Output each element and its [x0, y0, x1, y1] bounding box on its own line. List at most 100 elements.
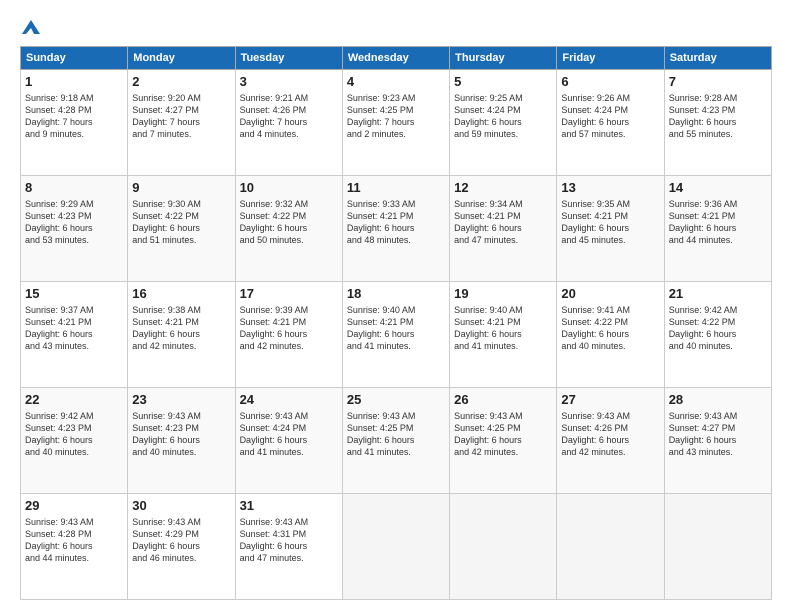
page: SundayMondayTuesdayWednesdayThursdayFrid… — [0, 0, 792, 612]
day-number: 13 — [561, 179, 659, 197]
calendar-day-cell: 26Sunrise: 9:43 AM Sunset: 4:25 PM Dayli… — [450, 388, 557, 494]
calendar-day-cell: 6Sunrise: 9:26 AM Sunset: 4:24 PM Daylig… — [557, 70, 664, 176]
calendar-day-cell: 17Sunrise: 9:39 AM Sunset: 4:21 PM Dayli… — [235, 282, 342, 388]
calendar-day-cell: 3Sunrise: 9:21 AM Sunset: 4:26 PM Daylig… — [235, 70, 342, 176]
day-number: 10 — [240, 179, 338, 197]
day-number: 12 — [454, 179, 552, 197]
day-number: 18 — [347, 285, 445, 303]
calendar-day-cell: 15Sunrise: 9:37 AM Sunset: 4:21 PM Dayli… — [21, 282, 128, 388]
day-number: 9 — [132, 179, 230, 197]
day-info: Sunrise: 9:32 AM Sunset: 4:22 PM Dayligh… — [240, 198, 338, 247]
day-info: Sunrise: 9:43 AM Sunset: 4:31 PM Dayligh… — [240, 516, 338, 565]
day-info: Sunrise: 9:26 AM Sunset: 4:24 PM Dayligh… — [561, 92, 659, 141]
calendar-week-row: 29Sunrise: 9:43 AM Sunset: 4:28 PM Dayli… — [21, 494, 772, 600]
day-info: Sunrise: 9:43 AM Sunset: 4:27 PM Dayligh… — [669, 410, 767, 459]
day-number: 23 — [132, 391, 230, 409]
day-number: 17 — [240, 285, 338, 303]
calendar-day-header: Wednesday — [342, 47, 449, 70]
day-number: 15 — [25, 285, 123, 303]
calendar-week-row: 8Sunrise: 9:29 AM Sunset: 4:23 PM Daylig… — [21, 176, 772, 282]
day-number: 7 — [669, 73, 767, 91]
day-info: Sunrise: 9:40 AM Sunset: 4:21 PM Dayligh… — [347, 304, 445, 353]
calendar-day-header: Tuesday — [235, 47, 342, 70]
day-info: Sunrise: 9:29 AM Sunset: 4:23 PM Dayligh… — [25, 198, 123, 247]
day-number: 1 — [25, 73, 123, 91]
calendar-day-cell: 30Sunrise: 9:43 AM Sunset: 4:29 PM Dayli… — [128, 494, 235, 600]
calendar-day-cell: 20Sunrise: 9:41 AM Sunset: 4:22 PM Dayli… — [557, 282, 664, 388]
calendar-day-cell: 27Sunrise: 9:43 AM Sunset: 4:26 PM Dayli… — [557, 388, 664, 494]
day-number: 5 — [454, 73, 552, 91]
day-number: 20 — [561, 285, 659, 303]
day-info: Sunrise: 9:39 AM Sunset: 4:21 PM Dayligh… — [240, 304, 338, 353]
header — [20, 18, 772, 36]
calendar-day-cell: 25Sunrise: 9:43 AM Sunset: 4:25 PM Dayli… — [342, 388, 449, 494]
day-info: Sunrise: 9:18 AM Sunset: 4:28 PM Dayligh… — [25, 92, 123, 141]
day-info: Sunrise: 9:42 AM Sunset: 4:22 PM Dayligh… — [669, 304, 767, 353]
logo-text — [20, 18, 42, 36]
calendar-day-cell: 4Sunrise: 9:23 AM Sunset: 4:25 PM Daylig… — [342, 70, 449, 176]
logo-icon — [20, 18, 42, 36]
calendar-day-cell: 12Sunrise: 9:34 AM Sunset: 4:21 PM Dayli… — [450, 176, 557, 282]
day-number: 19 — [454, 285, 552, 303]
calendar-day-cell: 24Sunrise: 9:43 AM Sunset: 4:24 PM Dayli… — [235, 388, 342, 494]
day-number: 14 — [669, 179, 767, 197]
calendar-day-header: Monday — [128, 47, 235, 70]
calendar-day-cell — [450, 494, 557, 600]
logo — [20, 18, 42, 36]
calendar-day-cell: 23Sunrise: 9:43 AM Sunset: 4:23 PM Dayli… — [128, 388, 235, 494]
calendar-day-cell — [664, 494, 771, 600]
calendar-day-header: Sunday — [21, 47, 128, 70]
day-number: 16 — [132, 285, 230, 303]
calendar-day-cell: 9Sunrise: 9:30 AM Sunset: 4:22 PM Daylig… — [128, 176, 235, 282]
day-info: Sunrise: 9:42 AM Sunset: 4:23 PM Dayligh… — [25, 410, 123, 459]
day-info: Sunrise: 9:40 AM Sunset: 4:21 PM Dayligh… — [454, 304, 552, 353]
day-info: Sunrise: 9:38 AM Sunset: 4:21 PM Dayligh… — [132, 304, 230, 353]
day-info: Sunrise: 9:37 AM Sunset: 4:21 PM Dayligh… — [25, 304, 123, 353]
calendar-day-cell: 22Sunrise: 9:42 AM Sunset: 4:23 PM Dayli… — [21, 388, 128, 494]
calendar-day-cell: 8Sunrise: 9:29 AM Sunset: 4:23 PM Daylig… — [21, 176, 128, 282]
day-info: Sunrise: 9:30 AM Sunset: 4:22 PM Dayligh… — [132, 198, 230, 247]
calendar-day-cell: 11Sunrise: 9:33 AM Sunset: 4:21 PM Dayli… — [342, 176, 449, 282]
calendar-day-cell: 28Sunrise: 9:43 AM Sunset: 4:27 PM Dayli… — [664, 388, 771, 494]
day-info: Sunrise: 9:20 AM Sunset: 4:27 PM Dayligh… — [132, 92, 230, 141]
calendar-day-cell: 29Sunrise: 9:43 AM Sunset: 4:28 PM Dayli… — [21, 494, 128, 600]
day-info: Sunrise: 9:43 AM Sunset: 4:29 PM Dayligh… — [132, 516, 230, 565]
calendar-week-row: 1Sunrise: 9:18 AM Sunset: 4:28 PM Daylig… — [21, 70, 772, 176]
calendar-day-cell: 19Sunrise: 9:40 AM Sunset: 4:21 PM Dayli… — [450, 282, 557, 388]
day-number: 29 — [25, 497, 123, 515]
calendar-day-cell — [557, 494, 664, 600]
day-number: 30 — [132, 497, 230, 515]
calendar-day-cell: 16Sunrise: 9:38 AM Sunset: 4:21 PM Dayli… — [128, 282, 235, 388]
day-number: 27 — [561, 391, 659, 409]
day-info: Sunrise: 9:43 AM Sunset: 4:26 PM Dayligh… — [561, 410, 659, 459]
day-number: 28 — [669, 391, 767, 409]
day-number: 4 — [347, 73, 445, 91]
day-number: 8 — [25, 179, 123, 197]
day-number: 6 — [561, 73, 659, 91]
calendar-day-cell: 21Sunrise: 9:42 AM Sunset: 4:22 PM Dayli… — [664, 282, 771, 388]
calendar-day-cell — [342, 494, 449, 600]
calendar-day-cell: 5Sunrise: 9:25 AM Sunset: 4:24 PM Daylig… — [450, 70, 557, 176]
calendar-day-cell: 10Sunrise: 9:32 AM Sunset: 4:22 PM Dayli… — [235, 176, 342, 282]
day-number: 26 — [454, 391, 552, 409]
calendar-week-row: 15Sunrise: 9:37 AM Sunset: 4:21 PM Dayli… — [21, 282, 772, 388]
day-info: Sunrise: 9:28 AM Sunset: 4:23 PM Dayligh… — [669, 92, 767, 141]
calendar-day-cell: 14Sunrise: 9:36 AM Sunset: 4:21 PM Dayli… — [664, 176, 771, 282]
day-number: 2 — [132, 73, 230, 91]
calendar-day-cell: 1Sunrise: 9:18 AM Sunset: 4:28 PM Daylig… — [21, 70, 128, 176]
day-info: Sunrise: 9:43 AM Sunset: 4:24 PM Dayligh… — [240, 410, 338, 459]
calendar-day-cell: 7Sunrise: 9:28 AM Sunset: 4:23 PM Daylig… — [664, 70, 771, 176]
calendar-day-header: Saturday — [664, 47, 771, 70]
day-number: 31 — [240, 497, 338, 515]
day-number: 22 — [25, 391, 123, 409]
day-number: 21 — [669, 285, 767, 303]
day-number: 25 — [347, 391, 445, 409]
day-info: Sunrise: 9:34 AM Sunset: 4:21 PM Dayligh… — [454, 198, 552, 247]
day-info: Sunrise: 9:41 AM Sunset: 4:22 PM Dayligh… — [561, 304, 659, 353]
day-info: Sunrise: 9:21 AM Sunset: 4:26 PM Dayligh… — [240, 92, 338, 141]
calendar-day-header: Friday — [557, 47, 664, 70]
day-info: Sunrise: 9:25 AM Sunset: 4:24 PM Dayligh… — [454, 92, 552, 141]
day-info: Sunrise: 9:43 AM Sunset: 4:23 PM Dayligh… — [132, 410, 230, 459]
calendar-header-row: SundayMondayTuesdayWednesdayThursdayFrid… — [21, 47, 772, 70]
day-info: Sunrise: 9:33 AM Sunset: 4:21 PM Dayligh… — [347, 198, 445, 247]
